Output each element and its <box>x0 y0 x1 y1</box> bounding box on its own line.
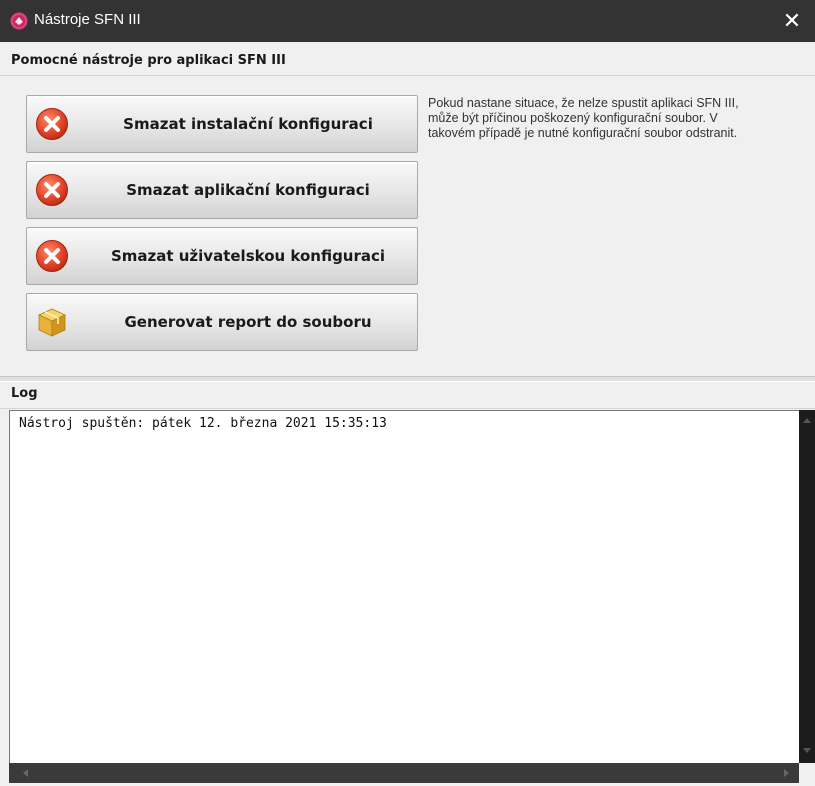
delete-install-config-button[interactable]: Smazat instalační konfiguraci <box>26 95 418 153</box>
package-icon <box>38 308 66 337</box>
vertical-scrollbar[interactable] <box>799 410 815 763</box>
delete-icon <box>36 240 68 272</box>
scroll-down-icon[interactable] <box>803 748 811 753</box>
log-section-header: Log <box>0 380 815 409</box>
title-bar[interactable]: Nástroje SFN III ✕ <box>0 0 815 42</box>
info-line: může být příčinou poškozený konfigurační… <box>428 111 718 125</box>
delete-install-config-label: Smazat instalační konfiguraci <box>123 115 373 133</box>
generate-report-button[interactable]: Generovat report do souboru <box>26 293 418 351</box>
info-description: Pokud nastane situace, že nelze spustit … <box>428 96 813 141</box>
scrollbar-corner <box>799 763 815 783</box>
scroll-up-icon[interactable] <box>803 418 811 423</box>
log-line: Nástroj spuštěn: pátek 12. března 2021 1… <box>19 416 387 431</box>
app-logo-icon <box>10 12 28 30</box>
delete-app-config-button[interactable]: Smazat aplikační konfiguraci <box>26 161 418 219</box>
log-textarea[interactable]: Nástroj spuštěn: pátek 12. března 2021 1… <box>9 410 800 764</box>
delete-user-config-label: Smazat uživatelskou konfiguraci <box>110 247 386 265</box>
scroll-right-icon[interactable] <box>784 769 789 777</box>
delete-icon <box>36 108 68 140</box>
tools-header-label: Pomocné nástroje pro aplikaci SFN III <box>11 53 286 68</box>
delete-user-config-button[interactable]: Smazat uživatelskou konfiguraci <box>26 227 418 285</box>
scroll-left-icon[interactable] <box>23 769 28 777</box>
window-title: Nástroje SFN III <box>34 11 141 28</box>
close-button[interactable]: ✕ <box>769 0 815 42</box>
info-line: Pokud nastane situace, že nelze spustit … <box>428 96 739 110</box>
horizontal-scrollbar[interactable] <box>9 763 799 783</box>
delete-icon <box>36 174 68 206</box>
close-icon: ✕ <box>782 8 802 33</box>
app-window: Nástroje SFN III ✕ Pomocné nástroje pro … <box>0 0 815 786</box>
generate-report-label: Generovat report do souboru <box>124 313 372 331</box>
info-line: takovém případě je nutné konfigurační so… <box>428 126 738 140</box>
delete-app-config-label: Smazat aplikační konfiguraci <box>126 181 370 199</box>
tools-section-header: Pomocné nástroje pro aplikaci SFN III <box>0 47 815 76</box>
log-header-label: Log <box>11 386 38 401</box>
